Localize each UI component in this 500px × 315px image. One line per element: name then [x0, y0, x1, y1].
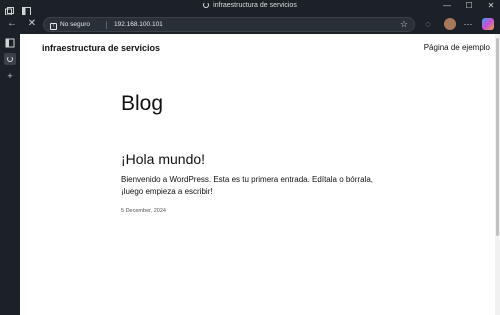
page-scrollbar[interactable] — [495, 34, 500, 315]
favorite-star-icon[interactable]: ☆ — [400, 19, 408, 30]
page-title: Blog — [121, 92, 164, 115]
site-title[interactable]: infraestructura de servicios — [42, 43, 160, 53]
page-viewport: infraestructura de servicios Página de e… — [20, 34, 495, 315]
loading-spinner-icon — [7, 56, 13, 62]
close-window-button[interactable]: ✕ — [484, 1, 498, 10]
title-bar: infraestructura de servicios — ☐ ✕ — [0, 0, 500, 16]
sidebar-tab-loading[interactable] — [4, 53, 16, 65]
more-options-icon[interactable]: ⋯ — [462, 18, 474, 30]
nav-link-sample-page[interactable]: Página de ejemplo — [424, 43, 490, 52]
back-arrow-icon[interactable]: ← — [6, 18, 18, 30]
new-tab-plus-icon[interactable]: + — [4, 70, 16, 82]
copilot-icon[interactable] — [482, 18, 494, 30]
shield-icon[interactable]: ◌ — [422, 18, 434, 30]
stop-loading-icon[interactable]: ✕ — [26, 18, 38, 30]
browser-toolbar: ← ✕ ! No seguro 192.168.100.101 ☆ ◌ ⋯ — [0, 15, 500, 34]
vertical-tab-sidebar: + — [0, 34, 20, 315]
url-text[interactable]: 192.168.100.101 — [114, 21, 163, 28]
maximize-button[interactable]: ☐ — [462, 1, 476, 10]
tab-title: infraestructura de servicios — [213, 2, 297, 9]
security-label: No seguro — [60, 21, 90, 28]
profile-avatar[interactable] — [444, 18, 456, 30]
sidebar-toggle-icon[interactable] — [4, 38, 16, 50]
loading-spinner-icon — [203, 2, 210, 8]
post-excerpt: Bienvenido a WordPress. Esta es tu prime… — [121, 175, 373, 196]
post-title-link[interactable]: ¡Hola mundo! — [121, 151, 205, 167]
active-tab[interactable]: infraestructura de servicios — [0, 2, 500, 9]
address-bar[interactable]: ! No seguro 192.168.100.101 ☆ — [43, 17, 415, 32]
minimize-button[interactable]: — — [440, 1, 454, 10]
scrollbar-thumb[interactable] — [496, 38, 499, 236]
address-divider — [106, 21, 107, 29]
warning-icon: ! — [50, 23, 57, 30]
post-date[interactable]: 5 December, 2024 — [121, 208, 166, 214]
security-indicator[interactable]: ! No seguro — [50, 21, 90, 30]
